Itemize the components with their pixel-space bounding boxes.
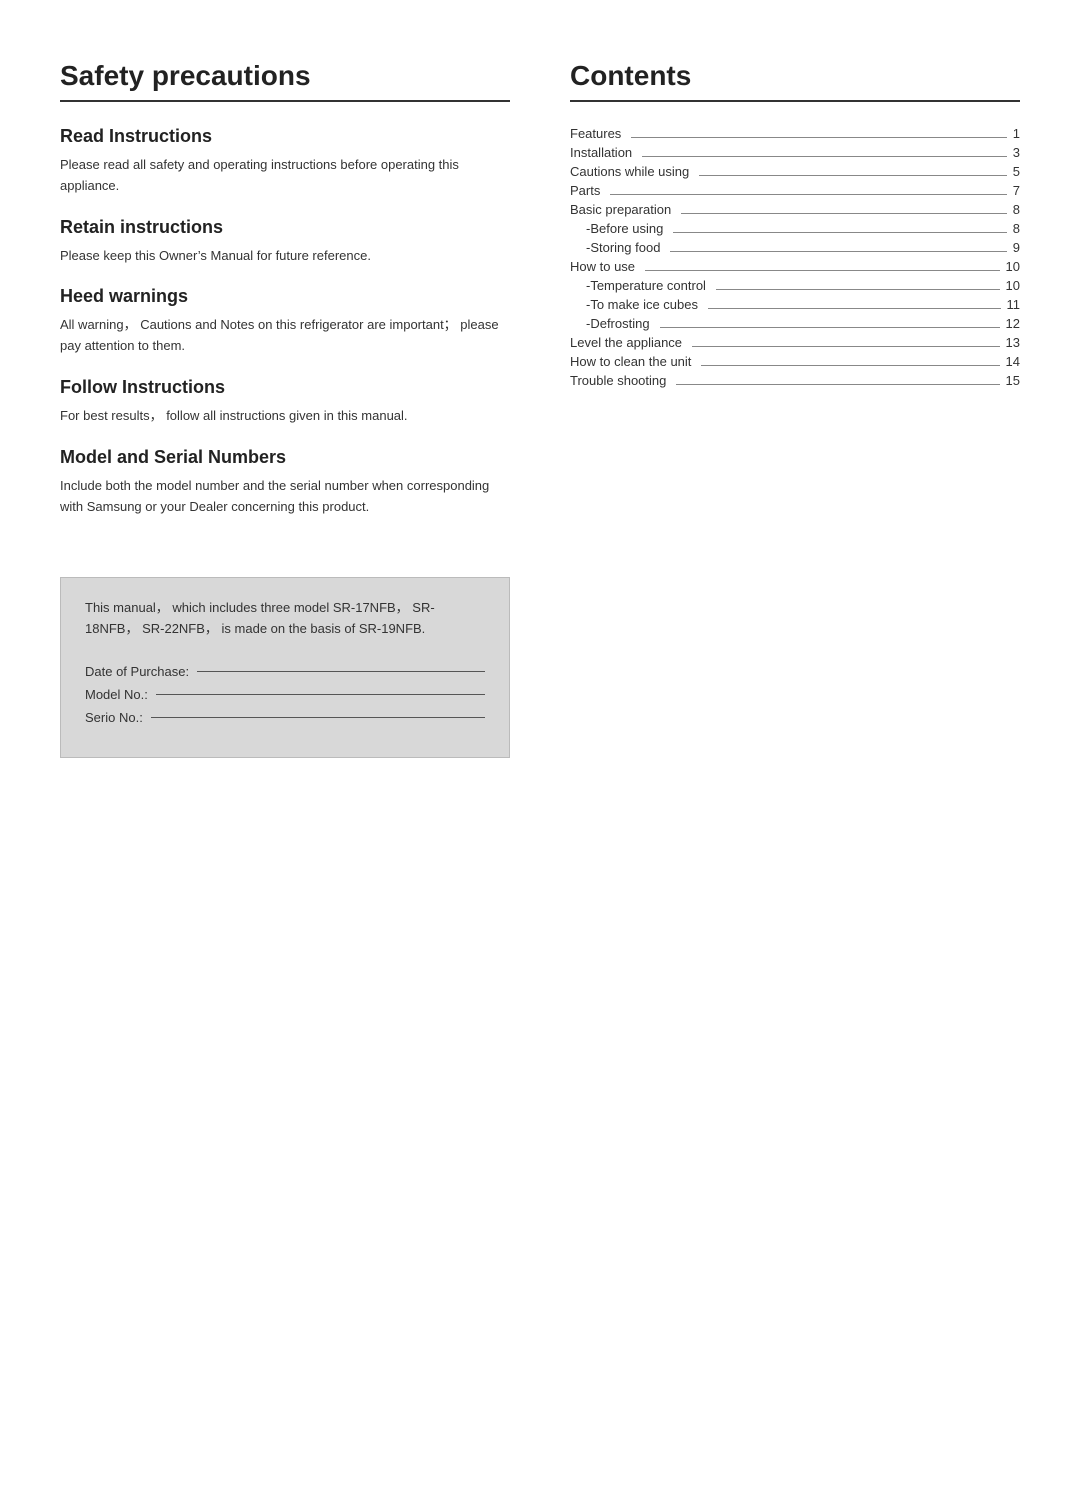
- toc-page: 15: [1006, 373, 1020, 388]
- toc-label: How to clean the unit: [570, 354, 691, 369]
- left-column: Safety precautions Read Instructions Plea…: [60, 60, 510, 758]
- info-box-text: This manual， which includes three model …: [85, 598, 485, 640]
- toc-label: -To make ice cubes: [586, 297, 698, 312]
- section-heading: Model and Serial Numbers: [60, 447, 510, 468]
- toc-item: How to clean the unit 14: [570, 354, 1020, 369]
- toc-label: -Before using: [586, 221, 663, 236]
- toc-label: Cautions while using: [570, 164, 689, 179]
- section-text: All warning， Cautions and Notes on this …: [60, 315, 510, 357]
- toc-dots: [708, 308, 1001, 309]
- toc-item: Features 1: [570, 126, 1020, 141]
- toc-page: 8: [1013, 202, 1020, 217]
- toc-dots: [610, 194, 1006, 195]
- safety-sections: Read Instructions Please read all safety …: [60, 126, 510, 517]
- field-label: Model No.:: [85, 687, 148, 702]
- toc-item: Parts 7: [570, 183, 1020, 198]
- field-row: Serio No.:: [85, 710, 485, 725]
- toc-dots: [670, 251, 1006, 252]
- section-text: Please read all safety and operating ins…: [60, 155, 510, 197]
- toc-label: Parts: [570, 183, 600, 198]
- toc-page: 1: [1013, 126, 1020, 141]
- toc-dots: [692, 346, 1000, 347]
- toc-item: Basic preparation 8: [570, 202, 1020, 217]
- toc-page: 10: [1006, 259, 1020, 274]
- section-heading: Read Instructions: [60, 126, 510, 147]
- section-heading: Retain instructions: [60, 217, 510, 238]
- toc-list: Features 1 Installation 3 Cautions while usi…: [570, 126, 1020, 388]
- toc-label: Installation: [570, 145, 632, 160]
- info-fields: Date of Purchase: Model No.: Serio No.:: [85, 664, 485, 725]
- toc-dots: [642, 156, 1007, 157]
- toc-page: 7: [1013, 183, 1020, 198]
- toc-item: -Storing food 9: [570, 240, 1020, 255]
- toc-label: Trouble shooting: [570, 373, 666, 388]
- toc-page: 14: [1006, 354, 1020, 369]
- contents-title: Contents: [570, 60, 1020, 102]
- toc-item: Cautions while using 5: [570, 164, 1020, 179]
- toc-item: Level the appliance 13: [570, 335, 1020, 350]
- toc-item: Installation 3: [570, 145, 1020, 160]
- toc-item: -To make ice cubes 11: [570, 297, 1020, 312]
- toc-item: -Before using 8: [570, 221, 1020, 236]
- toc-page: 11: [1007, 297, 1021, 312]
- field-line: [151, 717, 485, 718]
- field-line: [156, 694, 485, 695]
- toc-label: -Temperature control: [586, 278, 706, 293]
- toc-item: -Temperature control 10: [570, 278, 1020, 293]
- toc-page: 12: [1006, 316, 1020, 331]
- toc-dots: [676, 384, 999, 385]
- toc-dots: [660, 327, 1000, 328]
- section-heading: Follow Instructions: [60, 377, 510, 398]
- safety-precautions-title: Safety precautions: [60, 60, 510, 102]
- toc-page: 3: [1013, 145, 1020, 160]
- toc-item: -Defrosting 12: [570, 316, 1020, 331]
- section-heading: Heed warnings: [60, 286, 510, 307]
- toc-item: Trouble shooting 15: [570, 373, 1020, 388]
- toc-label: How to use: [570, 259, 635, 274]
- toc-page: 8: [1013, 221, 1020, 236]
- section-text: Please keep this Owner’s Manual for futu…: [60, 246, 510, 267]
- field-row: Model No.:: [85, 687, 485, 702]
- section-text: For best results， follow all instruction…: [60, 406, 510, 427]
- field-row: Date of Purchase:: [85, 664, 485, 679]
- toc-page: 10: [1006, 278, 1020, 293]
- toc-item: How to use 10: [570, 259, 1020, 274]
- info-box: This manual， which includes three model …: [60, 577, 510, 758]
- toc-label: Basic preparation: [570, 202, 671, 217]
- right-column: Contents Features 1 Installation 3 Cautions …: [570, 60, 1020, 758]
- page-layout: Safety precautions Read Instructions Plea…: [60, 60, 1020, 758]
- toc-page: 13: [1006, 335, 1020, 350]
- field-label: Serio No.:: [85, 710, 143, 725]
- toc-label: Features: [570, 126, 621, 141]
- toc-label: -Storing food: [586, 240, 660, 255]
- field-line: [197, 671, 485, 672]
- toc-dots: [716, 289, 1000, 290]
- field-label: Date of Purchase:: [85, 664, 189, 679]
- toc-page: 5: [1013, 164, 1020, 179]
- toc-dots: [631, 137, 1006, 138]
- toc-label: -Defrosting: [586, 316, 650, 331]
- toc-dots: [699, 175, 1007, 176]
- toc-dots: [681, 213, 1007, 214]
- toc-label: Level the appliance: [570, 335, 682, 350]
- toc-page: 9: [1013, 240, 1020, 255]
- toc-dots: [645, 270, 999, 271]
- toc-dots: [701, 365, 999, 366]
- section-text: Include both the model number and the se…: [60, 476, 510, 518]
- toc-dots: [673, 232, 1006, 233]
